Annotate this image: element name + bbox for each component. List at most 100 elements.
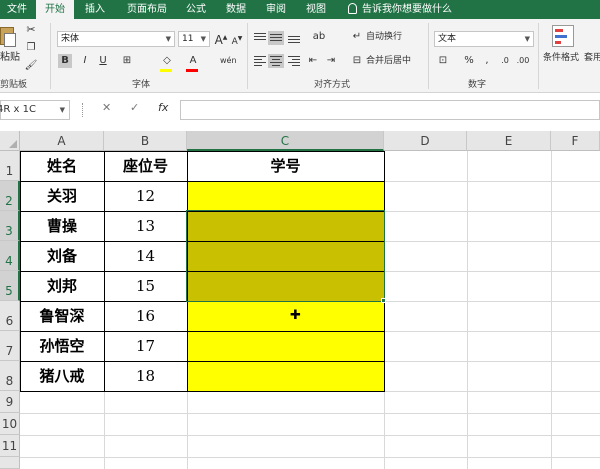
conditional-format-button[interactable]: 条件格式 xyxy=(543,51,579,65)
column-header-e[interactable]: E xyxy=(467,131,551,151)
tab-data[interactable]: 数据 xyxy=(220,0,252,19)
column-header-a[interactable]: A xyxy=(20,131,104,151)
row-header-12[interactable] xyxy=(0,457,20,469)
cell-name[interactable]: 刘备 xyxy=(20,241,104,271)
conditional-format-icon[interactable] xyxy=(552,25,574,47)
fill-color-icon[interactable]: ◇ xyxy=(160,54,174,68)
font-name-select[interactable]: 宋体 ▼ xyxy=(57,31,175,47)
align-bottom-icon[interactable] xyxy=(288,33,300,43)
copy-icon[interactable]: ❐ xyxy=(24,41,38,55)
tell-me-text: 告诉我你想要做什么 xyxy=(362,4,452,15)
cell-name[interactable]: 孙悟空 xyxy=(20,331,104,361)
align-center-icon[interactable] xyxy=(268,54,284,68)
column-header-c[interactable]: C xyxy=(187,131,384,151)
fill-handle[interactable] xyxy=(381,298,386,303)
borders-icon[interactable]: ⊞ xyxy=(120,54,134,68)
increase-decimal-icon[interactable]: .0 xyxy=(498,54,512,68)
tab-view[interactable]: 视图 xyxy=(300,0,332,19)
header-cell-id[interactable]: 学号 xyxy=(187,151,384,181)
insert-function-icon[interactable]: fx xyxy=(158,101,168,114)
header-cell-name[interactable]: 姓名 xyxy=(20,151,104,181)
comma-style-icon[interactable]: , xyxy=(480,54,494,68)
enter-icon[interactable]: ✓ xyxy=(130,101,139,114)
bold-button[interactable]: B xyxy=(58,54,72,68)
paste-icon[interactable] xyxy=(0,25,18,47)
column-header-f[interactable]: F xyxy=(551,131,600,151)
decrease-decimal-icon[interactable]: .00 xyxy=(516,54,530,68)
row-header-2[interactable]: 2 xyxy=(0,181,20,211)
cell-name[interactable]: 关羽 xyxy=(20,181,104,211)
number-format-select[interactable]: 文本 ▼ xyxy=(434,31,534,47)
row-header-9[interactable]: 9 xyxy=(0,391,20,413)
plus-cursor-icon: ✚ xyxy=(290,308,301,323)
formula-input[interactable] xyxy=(180,100,600,120)
cell-seat[interactable]: 15 xyxy=(104,271,187,301)
decrease-indent-icon[interactable]: ⇤ xyxy=(306,54,320,68)
currency-icon[interactable]: ⊡ xyxy=(436,54,450,68)
font-size-select[interactable]: 11 ▼ xyxy=(178,31,210,47)
orientation-icon[interactable]: ab xyxy=(312,30,326,44)
align-left-icon[interactable] xyxy=(254,56,266,66)
format-as-table-button[interactable]: 套用表格 xyxy=(584,51,600,65)
column-header-b[interactable]: B xyxy=(104,131,187,151)
name-box[interactable]: 4R x 1C ▼ xyxy=(0,100,70,120)
formula-bar-grip xyxy=(82,103,84,117)
cell-c6[interactable] xyxy=(187,301,384,331)
row-header-8[interactable]: 8 xyxy=(0,361,20,391)
alignment-group-label: 对齐方式 xyxy=(314,80,351,90)
align-right-icon[interactable] xyxy=(288,56,300,66)
font-color-icon[interactable]: A xyxy=(186,54,200,68)
tab-review[interactable]: 审阅 xyxy=(260,0,292,19)
cell-c2[interactable] xyxy=(187,181,384,211)
increase-indent-icon[interactable]: ⇥ xyxy=(324,54,338,68)
tab-home[interactable]: 开始 xyxy=(36,0,74,19)
cell-name[interactable]: 刘邦 xyxy=(20,271,104,301)
format-painter-icon[interactable]: 🖌 xyxy=(24,59,38,73)
column-header-d[interactable]: D xyxy=(384,131,467,151)
tab-page-layout[interactable]: 页面布局 xyxy=(120,0,174,19)
wrap-text-button[interactable]: 自动换行 xyxy=(366,30,402,44)
tab-formulas[interactable]: 公式 xyxy=(180,0,212,19)
row-header-3[interactable]: 3 xyxy=(0,211,20,241)
cell-seat[interactable]: 14 xyxy=(104,241,187,271)
percent-button[interactable]: % xyxy=(462,54,476,68)
underline-button[interactable]: U xyxy=(96,54,110,68)
merge-center-icon[interactable]: ⊟ xyxy=(350,54,364,68)
tab-file[interactable]: 文件 xyxy=(0,0,34,19)
cell-c7[interactable] xyxy=(187,331,384,361)
row-header-1[interactable]: 1 xyxy=(0,151,20,181)
shrink-font-button[interactable]: A▼ xyxy=(230,32,244,47)
merge-center-button[interactable]: 合并后居中 xyxy=(366,54,411,68)
row-header-11[interactable]: 11 xyxy=(0,435,20,457)
cell-c8[interactable] xyxy=(187,361,384,391)
gridline xyxy=(20,391,600,392)
cell-name[interactable]: 猪八戒 xyxy=(20,361,104,391)
phonetic-button[interactable]: wén xyxy=(220,54,237,68)
row-header-6[interactable]: 6 xyxy=(0,301,20,331)
align-top-icon[interactable] xyxy=(254,33,266,43)
select-all-button[interactable] xyxy=(0,131,20,151)
header-cell-seat[interactable]: 座位号 xyxy=(104,151,187,181)
cell-seat[interactable]: 16 xyxy=(104,301,187,331)
chevron-down-icon: ▼ xyxy=(524,35,530,43)
grow-font-button[interactable]: A▲ xyxy=(214,31,228,47)
cell-name[interactable]: 曹操 xyxy=(20,211,104,241)
cell-seat[interactable]: 18 xyxy=(104,361,187,391)
cell-seat[interactable]: 12 xyxy=(104,181,187,211)
cut-icon[interactable]: ✂ xyxy=(24,23,38,37)
cell-seat[interactable]: 17 xyxy=(104,331,187,361)
cell-seat[interactable]: 13 xyxy=(104,211,187,241)
cancel-icon[interactable]: ✕ xyxy=(102,101,111,114)
paste-button[interactable]: 粘贴 xyxy=(0,51,20,65)
tab-insert[interactable]: 插入 xyxy=(78,0,112,19)
ribbon-home: 粘贴 ✂ ❐ 🖌 剪贴板 宋体 ▼ 11 ▼ A▲ A▼ B I U ⊞ ◇ A w… xyxy=(0,19,600,93)
cell-name[interactable]: 鲁智深 xyxy=(20,301,104,331)
wrap-text-icon[interactable]: ↵ xyxy=(350,30,364,44)
row-header-4[interactable]: 4 xyxy=(0,241,20,271)
align-middle-icon[interactable] xyxy=(268,31,284,45)
row-header-10[interactable]: 10 xyxy=(0,413,20,435)
row-header-7[interactable]: 7 xyxy=(0,331,20,361)
tell-me-box[interactable]: 告诉我你想要做什么 xyxy=(348,0,452,19)
row-header-5[interactable]: 5 xyxy=(0,271,20,301)
italic-button[interactable]: I xyxy=(78,54,92,68)
